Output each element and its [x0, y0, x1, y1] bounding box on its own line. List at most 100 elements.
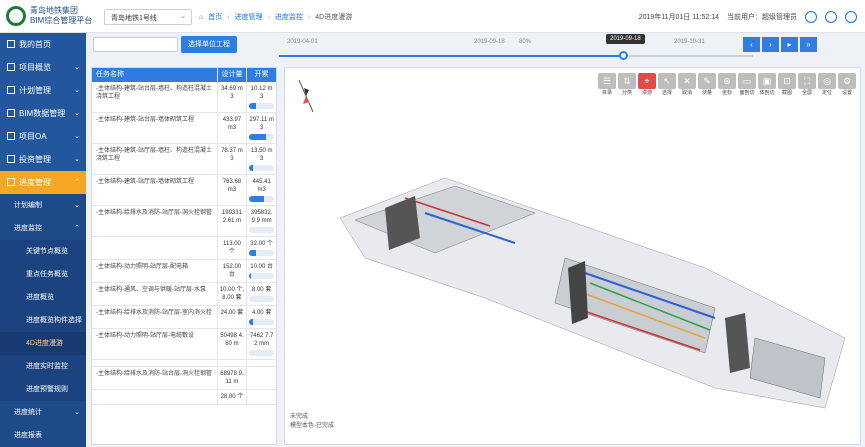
table-row[interactable]: -主体结构-建筑-站厅层-墙体砌筑工程 763.68 m3 445.41 m3 — [92, 175, 276, 206]
settings-icon[interactable] — [825, 11, 837, 23]
viewer-tool-5[interactable]: ✎ 测量 — [698, 73, 716, 96]
tool-label: 目录 — [601, 90, 612, 96]
play-icon[interactable]: ▸ — [781, 37, 798, 52]
table-row[interactable]: 113.00 个 32.00 个 — [92, 237, 276, 260]
table-row[interactable]: -主体结构-动力照明-站厅层-电缆敷设 50498 4.60 m 7462 7.72… — [92, 329, 276, 360]
table-row[interactable]: -主体结构-建筑-站台层-墙体砌筑工程 433.97 m3 297.11 m3 — [92, 113, 276, 144]
bim-3d-viewer[interactable]: ☰ 目录 ⇅ 分类 ⌖ 漫游 ↖ 选择 ✕ 取消 ✎ 测量 ⊕ 坐标 ▭ 面剖切 ▣ 体剖切 ⊡ 截图 ⛶ 全屏 ◎ 定位 ⚙ 设… — [284, 67, 861, 445]
table-row[interactable]: -主体结构-建筑-站台层-墙柱、构造柱混凝土浇筑工程 34.69 m3 10.12 … — [92, 82, 276, 113]
logout-icon[interactable] — [845, 11, 857, 23]
progress-fill — [249, 250, 257, 256]
tool-label: 定位 — [821, 90, 832, 96]
table-row[interactable]: -主体结构-给排水及消防-站厅层-室内消火栓 24.00 套 4.00 套 — [92, 306, 276, 329]
sidebar-item-key-tasks[interactable]: 重点任务概览 — [0, 263, 86, 286]
sidebar-sub-progress-monitor[interactable]: 进度监控 ⌃ — [0, 217, 86, 240]
sidebar-item-home[interactable]: 我的首页 — [0, 33, 86, 56]
tool-icon: ✕ — [678, 73, 696, 89]
task-name-cell: -主体结构-建筑-站台层-墙柱、构造柱混凝土浇筑工程 — [96, 86, 212, 100]
viewer-tool-8[interactable]: ▣ 体剖切 — [758, 73, 776, 96]
breadcrumb-progress-mgmt[interactable]: 进度管理 — [235, 12, 263, 22]
tool-label: 取消 — [681, 90, 692, 96]
line-select-value: 青岛地铁1号线 — [111, 15, 157, 22]
tool-label: 体剖切 — [759, 90, 775, 96]
design-cell: 24.00 套 — [216, 306, 247, 328]
viewer-tool-9[interactable]: ⊡ 截图 — [778, 73, 796, 96]
progress-bar — [249, 103, 274, 109]
line-select[interactable]: 青岛地铁1号线 ⌄ — [104, 9, 192, 25]
table-row[interactable]: -主体结构-建筑-站厅层-墙柱、构造柱混凝土浇筑工程 78.37 m3 13.50 … — [92, 144, 276, 175]
viewer-tool-12[interactable]: ⚙ 设置 — [838, 73, 856, 96]
cumulative-cell: 7462 7.72 mm — [246, 329, 276, 359]
fast-forward-icon[interactable]: » — [800, 37, 817, 52]
table-row[interactable]: -主体结构-给排水及消防-站台层-洞火栓钢管 68978 9.11 m — [92, 367, 276, 390]
breadcrumb-home[interactable]: 首页 — [208, 12, 222, 22]
grid-icon — [7, 63, 15, 71]
col-cumulative: 开累 — [246, 68, 276, 82]
sidebar-item-invest[interactable]: 投资管理 ⌄ — [0, 148, 86, 171]
col-design: 设计量 — [216, 68, 247, 82]
table-row[interactable]: 28.00 个 — [92, 390, 276, 405]
viewer-tool-0[interactable]: ☰ 目录 — [598, 73, 616, 96]
viewer-tool-2[interactable]: ⌖ 漫游 — [638, 73, 656, 96]
table-row[interactable]: -主体结构-动力照明-站厅层-配电箱 152.00 台 10.00 台 — [92, 260, 276, 283]
sidebar-item-component-select[interactable]: 进度概览构件选择 — [0, 309, 86, 332]
viewer-tool-11[interactable]: ◎ 定位 — [818, 73, 836, 96]
timeline-slider[interactable]: 2019-04-01 2019-09-18 80% 2019-10-31 201… — [279, 33, 799, 63]
viewer-tool-4[interactable]: ✕ 取消 — [678, 73, 696, 96]
home-icon[interactable]: ⌂ — [199, 14, 203, 21]
cumulative-cell: 445.41 m3 — [246, 175, 276, 205]
timeline-handle[interactable] — [619, 51, 628, 60]
task-table: 任务名称 设计量 开累 -主体结构-建筑-站台层-墙柱、构造柱混凝土浇筑工程 34… — [91, 67, 277, 445]
sidebar-item-stats[interactable]: 进度统计 ⌄ — [0, 401, 86, 424]
viewer-tool-7[interactable]: ▭ 面剖切 — [738, 73, 756, 96]
sidebar-item-progress-overview[interactable]: 进度概览 — [0, 286, 86, 309]
tool-icon: ⊕ — [718, 73, 736, 89]
user-icon[interactable] — [805, 11, 817, 23]
cumulative-cell: 395832.9 9 mm — [246, 206, 276, 236]
table-row[interactable]: -主体结构-通风、空调与供暖-站厅层-水泵 10.00 个, 8.00 套 8.00… — [92, 283, 276, 306]
legend-incomplete: 未完成 — [290, 414, 309, 420]
database-icon — [7, 109, 15, 117]
sidebar-item-bim[interactable]: BIM数据管理 ⌄ — [0, 102, 86, 125]
design-cell: 34.69 m3 — [216, 82, 247, 112]
cumulative-cell: 32.00 个 — [246, 237, 276, 259]
chevron-down-icon: ⌄ — [74, 156, 80, 163]
tool-icon: ⌖ — [638, 73, 656, 89]
sidebar-sub-plan-compile[interactable]: 计划编制 ⌄ — [0, 194, 86, 217]
design-cell: 78.37 m3 — [216, 144, 247, 174]
cumulative-value: 10.00 台 — [250, 264, 273, 270]
tool-icon: ▣ — [758, 73, 776, 89]
sidebar-item-warning-rules[interactable]: 进度预警规则 — [0, 378, 86, 401]
tool-label: 漫游 — [641, 90, 652, 96]
viewer-tool-3[interactable]: ↖ 选择 — [658, 73, 676, 96]
top-toolbar: 选择单位工程 2019-04-01 2019-09-18 80% 2019-10… — [88, 33, 865, 63]
progress-bar — [249, 296, 274, 302]
breadcrumb-progress-monitor[interactable]: 进度监控 — [275, 12, 303, 22]
viewer-tool-6[interactable]: ⊕ 坐标 — [718, 73, 736, 96]
task-name-cell — [92, 390, 217, 404]
cumulative-value: 395832.9 9 mm — [250, 210, 273, 224]
sidebar-item-overview[interactable]: 项目概览 ⌄ — [0, 56, 86, 79]
next-icon[interactable]: › — [762, 37, 779, 52]
design-cell: 763.68 m3 — [216, 175, 247, 205]
sidebar-item-report[interactable]: 进度报表 — [0, 424, 86, 447]
select-unit-button[interactable]: 选择单位工程 — [181, 36, 237, 53]
task-name-cell: -主体结构-通风、空调与供暖-站厅层-水泵 — [96, 287, 206, 293]
table-row[interactable] — [92, 360, 276, 367]
task-name-cell: -主体结构-建筑-站厅层-墙柱、构造柱混凝土浇筑工程 — [96, 148, 212, 162]
viewer-tool-1[interactable]: ⇅ 分类 — [618, 73, 636, 96]
sidebar-item-progress[interactable]: 进度管理 ⌃ — [0, 171, 86, 194]
viewer-tool-10[interactable]: ⛶ 全屏 — [798, 73, 816, 96]
sidebar-item-plan[interactable]: 计划管理 ⌄ — [0, 79, 86, 102]
cumulative-value: 4.00 套 — [251, 310, 272, 316]
datetime: 2019年11月01日 11:52:14 — [638, 14, 719, 21]
table-row[interactable]: -主体结构-给排水及消防-站厅层-洞火栓钢管 199331 2.61 m 39583… — [92, 206, 276, 237]
playback-controls: ‹ › ▸ » — [743, 37, 817, 52]
prev-icon[interactable]: ‹ — [743, 37, 760, 52]
sidebar-item-key-nodes[interactable]: 关键节点概览 — [0, 240, 86, 263]
sidebar-item-realtime[interactable]: 进度实时监控 — [0, 355, 86, 378]
cumulative-value: 297.11 m3 — [249, 117, 274, 131]
sidebar-item-oa[interactable]: 项目OA ⌄ — [0, 125, 86, 148]
unit-select[interactable] — [93, 37, 178, 52]
sidebar-item-4d-roam[interactable]: 4D进度漫游 — [0, 332, 86, 355]
